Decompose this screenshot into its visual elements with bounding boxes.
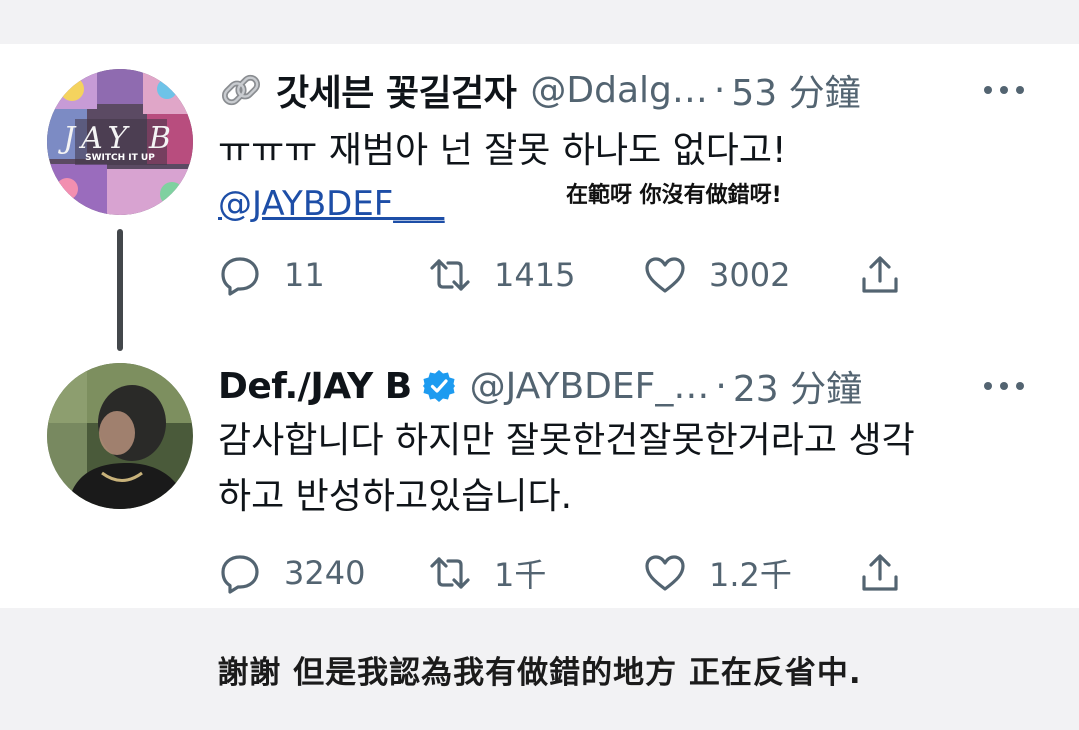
tweet-text: ㅠㅠㅠ 재범아 넌 잘못 하나도 없다고! [218,130,787,171]
retweet-button[interactable]: 1415 [428,250,575,300]
tweet-header: 갓세븐 꽃길걷자 @Ddalg… · 53 分鐘 [218,65,1038,115]
tweet-main[interactable]: Def./JAY B @JAYBDEF_… · 23 分鐘 감사합니다 하지만 … [0,344,1079,608]
timestamp[interactable]: 53 分鐘 [731,64,860,116]
share-icon [862,256,898,293]
reply-icon [221,555,259,594]
tweet-header: Def./JAY B @JAYBDEF_… · 23 分鐘 [218,361,1038,411]
reply-button[interactable]: 3240 [218,548,365,598]
user-handle[interactable]: @Ddalg… [530,70,708,111]
action-bar: 3240 1千 1.2千 [218,548,918,598]
avatar-photo-image [47,363,193,509]
thread-connector-line [117,229,123,351]
reply-count: 3240 [284,554,366,592]
more-options-icon[interactable] [974,361,1034,411]
share-button[interactable] [858,250,902,300]
mention-link[interactable]: @JAYBDEF___ [218,184,444,224]
retweet-icon [430,557,470,589]
heart-icon [645,257,685,293]
display-name[interactable]: Def./JAY B [218,366,412,407]
like-count: 1.2千 [709,556,792,594]
like-count: 3002 [709,256,791,294]
retweet-button[interactable]: 1千 [428,548,546,598]
separator-dot: · [713,69,726,111]
share-button[interactable] [858,548,902,598]
verified-badge-icon [422,370,455,402]
link-icon [221,74,261,106]
avatar[interactable] [47,363,193,509]
avatar-subtext: SWITCH IT UP [85,153,155,163]
reply-button[interactable]: 11 [218,250,325,300]
user-handle[interactable]: @JAYBDEF_… [470,366,710,407]
timestamp[interactable]: 23 分鐘 [733,360,862,412]
separator-dot: · [715,365,727,407]
translation-footer: 謝謝 但是我認為我有做錯的地方 正在反省中. [217,654,862,691]
like-button[interactable]: 3002 [643,250,790,300]
reply-count: 11 [284,256,325,294]
more-options-icon[interactable] [974,65,1034,115]
avatar[interactable]: JAY B SWITCH IT UP [47,69,193,215]
tweet-reply[interactable]: JAY B SWITCH IT UP 갓세븐 꽃길걷자 @Ddalg… · 53… [0,44,1079,351]
retweet-count: 1千 [494,556,547,594]
tweet-text-line: 감사합니다 하지만 잘못한건잘못한거라고 생각 [218,420,915,461]
like-button[interactable]: 1.2千 [643,548,792,598]
display-name[interactable]: 갓세븐 꽃길걷자 [276,64,517,116]
avatar-text: JAY B [63,121,177,156]
retweet-count: 1415 [494,256,576,294]
share-icon [862,554,898,591]
reply-icon [221,257,259,296]
action-bar: 11 1415 3002 [218,250,918,300]
heart-icon [645,555,685,591]
tweet-thread-card: JAY B SWITCH IT UP 갓세븐 꽃길걷자 @Ddalg… · 53… [0,44,1079,608]
translation-caption: 在範呀 你沒有做錯呀! [566,183,782,208]
retweet-icon [430,259,470,291]
tweet-text-line: 하고 반성하고있습니다. [218,476,573,517]
